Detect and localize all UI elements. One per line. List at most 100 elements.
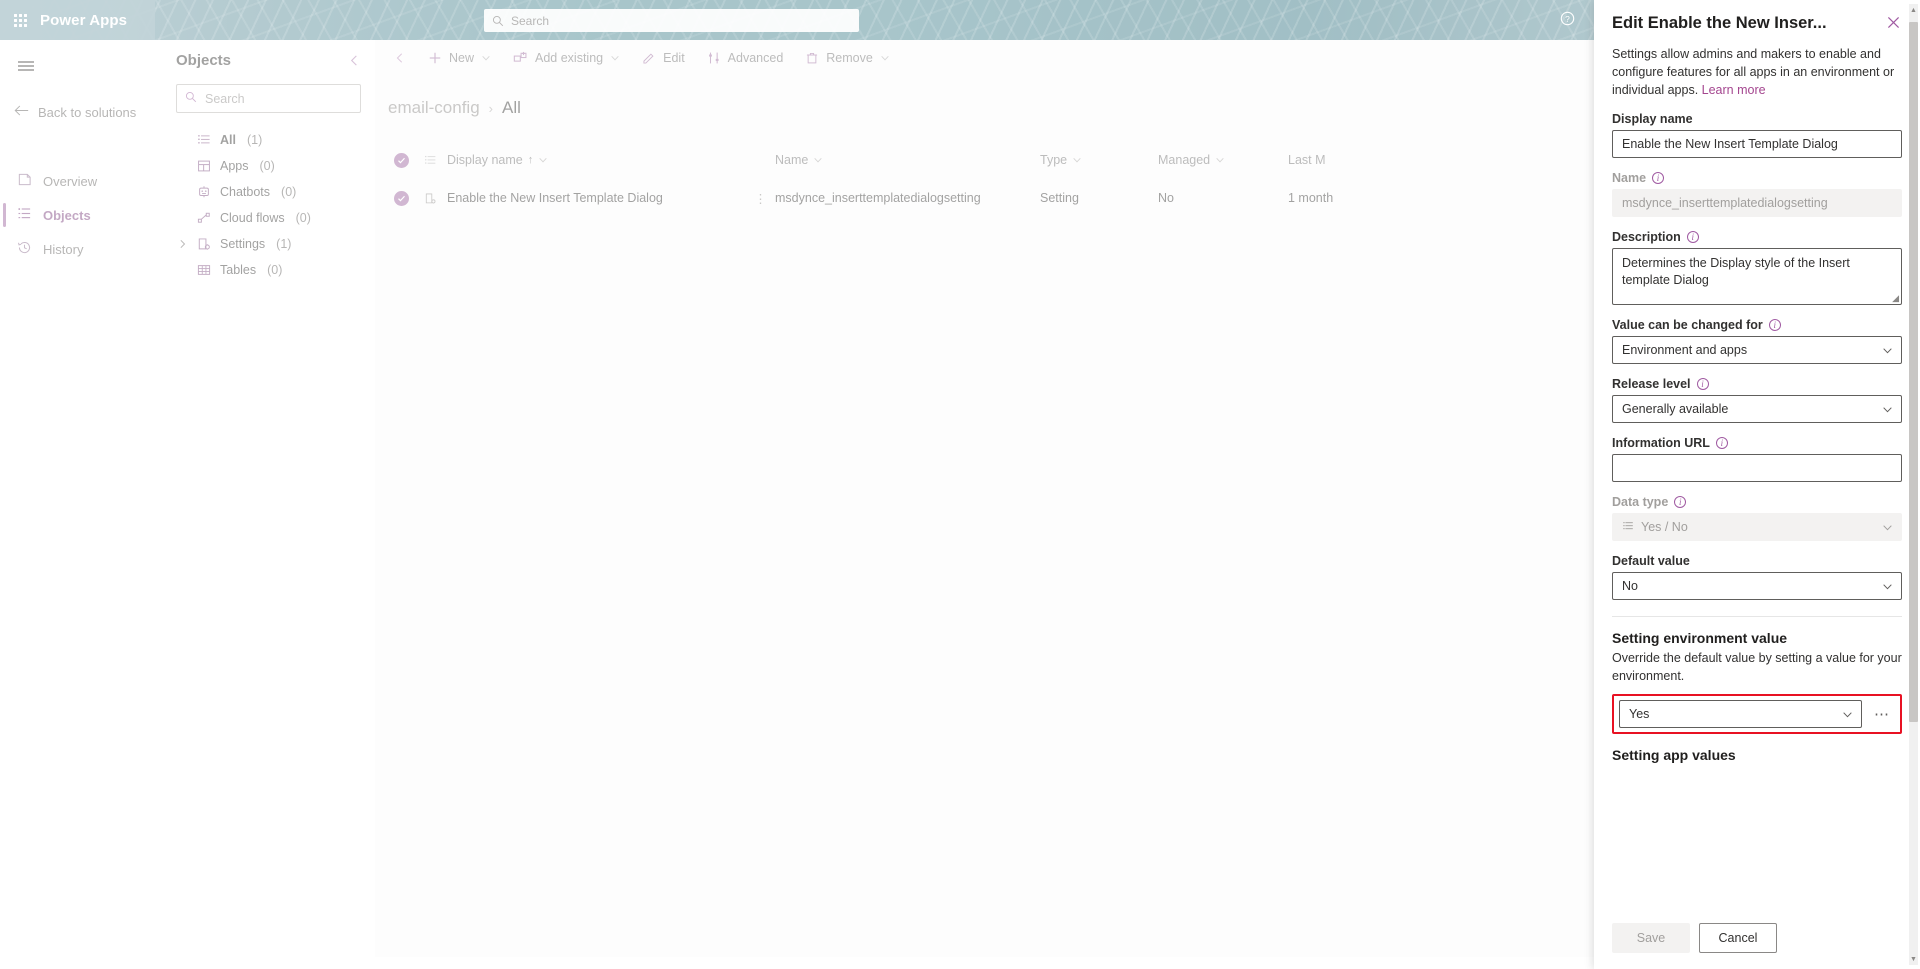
description-label: Description i [1612,230,1902,244]
section-divider [1612,616,1902,618]
help-icon[interactable]: ? [1560,11,1575,29]
learn-more-link[interactable]: Learn more [1702,83,1766,97]
name-input: msdynce_inserttemplatedialogsetting [1612,189,1902,218]
column-header-last-modified[interactable]: Last M [1288,153,1408,167]
sidebar-item-objects-label: Objects [43,207,91,223]
display-name-field: Display name Enable the New Insert Templ… [1612,112,1902,159]
suite-search-box[interactable]: Search [484,9,859,32]
plus-icon [428,51,442,65]
setting-app-values-title: Setting app values [1612,747,1736,764]
more-vertical-icon[interactable]: ⋮ [747,191,775,206]
column-header-managed[interactable]: Managed [1158,153,1288,167]
chevron-down-icon [1882,345,1893,356]
information-url-input[interactable] [1612,454,1902,483]
back-to-solutions-link[interactable]: Back to solutions [0,94,160,130]
objects-pane-title: Objects [176,52,232,69]
sidebar-item-overview[interactable]: Overview [0,164,160,198]
objects-pane: Objects Search All (1) Apps (0) Chatbots… [160,40,375,969]
display-name-input[interactable]: Enable the New Insert Template Dialog [1612,130,1902,159]
column-header-type[interactable]: Type [1040,153,1158,167]
objects-tree: All (1) Apps (0) Chatbots (0) Cloud flow… [160,127,375,283]
value-changed-for-dropdown[interactable]: Environment and apps [1612,336,1902,365]
search-input[interactable]: Search [176,84,361,113]
app-launcher-icon[interactable] [0,0,40,40]
chevron-left-icon[interactable] [348,54,361,67]
panel-header: Edit Enable the New Inser... [1612,14,1902,34]
sidebar-item-objects[interactable]: Objects [0,198,160,232]
data-type-value: Yes / No [1641,520,1688,535]
cancel-button[interactable]: Cancel [1699,923,1777,953]
sidebar-item-history[interactable]: History [0,232,160,266]
tree-item-all-count: (1) [246,133,263,147]
column-header-display-name[interactable]: Display name ↑ [447,153,747,167]
brand-title[interactable]: Power Apps [40,12,127,29]
release-level-value: Generally available [1622,402,1729,417]
tree-item-cloud-flows[interactable]: Cloud flows (0) [160,205,375,231]
description-textarea[interactable]: Determines the Display style of the Inse… [1612,248,1902,306]
breadcrumb-separator: › [488,100,493,116]
advanced-button[interactable]: Advanced [698,43,793,73]
tree-item-all[interactable]: All (1) [160,127,375,153]
left-navigation-rail: Back to solutions Overview Objects Histo… [0,40,160,969]
chevron-down-icon [813,155,823,165]
column-header-name[interactable]: Name [775,153,1040,167]
remove-button[interactable]: Remove [796,43,899,73]
name-label-text: Name [1612,171,1647,186]
info-icon[interactable]: i [1686,231,1699,244]
edit-setting-panel-body: Edit Enable the New Inser... Settings al… [1594,0,1920,913]
tree-item-tables[interactable]: Tables (0) [160,257,375,283]
suite-bar-icons: ? [1560,0,1575,40]
tree-item-apps-label: Apps [220,159,249,173]
release-level-dropdown[interactable]: Generally available [1612,395,1902,424]
info-icon[interactable]: i [1674,496,1687,509]
information-url-field: Information URL i [1612,436,1902,483]
column-header-type-label: Type [1040,153,1068,167]
svg-text:?: ? [1565,14,1570,24]
environment-value-value: Yes [1629,707,1650,722]
scroll-up-icon[interactable]: ▲ [1909,4,1918,16]
row-type: Setting [1040,191,1079,205]
panel-scrollbar[interactable]: ▲ ▼ [1909,4,1918,965]
chatbot-icon [196,185,212,199]
tree-item-settings[interactable]: Settings (1) [160,231,375,257]
command-bar-back-button[interactable] [385,43,415,73]
history-icon [17,240,32,258]
hamburger-menu-icon[interactable] [0,44,52,88]
data-type-field: Data type i Yes / No [1612,495,1902,542]
info-icon[interactable]: i [1715,437,1728,450]
default-value-field: Default value No [1612,554,1902,601]
chevron-right-icon[interactable] [176,239,188,249]
row-managed: No [1158,191,1174,205]
chevron-down-icon [1072,155,1082,165]
tree-item-apps-count: (0) [259,159,275,173]
chevron-down-icon [481,53,491,63]
breadcrumb-parent[interactable]: email-config [388,98,480,118]
settings-icon [196,237,212,251]
scroll-down-icon[interactable]: ▼ [1909,953,1918,965]
display-name-label: Display name [1612,112,1693,127]
info-icon[interactable]: i [1696,378,1709,391]
tree-item-chatbots[interactable]: Chatbots (0) [160,179,375,205]
tree-item-apps[interactable]: Apps (0) [160,153,375,179]
default-value-value: No [1622,579,1638,594]
edit-setting-panel: Edit Enable the New Inser... Settings al… [1594,0,1920,969]
new-button[interactable]: New [419,43,500,73]
scrollbar-thumb[interactable] [1909,22,1918,722]
select-all-checkbox[interactable] [375,152,413,168]
close-icon[interactable] [1885,14,1902,32]
release-level-label-text: Release level [1612,377,1691,392]
environment-value-dropdown[interactable]: Yes [1619,700,1862,729]
suite-bar-brand-area: Power Apps [0,0,155,40]
row-checkbox[interactable] [375,190,413,206]
info-icon[interactable]: i [1768,319,1781,332]
data-type-dropdown: Yes / No [1612,513,1902,542]
tree-item-cloud-flows-label: Cloud flows [220,211,285,225]
default-value-dropdown[interactable]: No [1612,572,1902,601]
resize-handle-icon[interactable]: ◢ [1892,294,1899,303]
breadcrumb-current: All [502,98,521,117]
info-icon[interactable]: i [1652,172,1665,185]
edit-button[interactable]: Edit [633,43,694,73]
ellipsis-icon[interactable]: ⋯ [1869,707,1895,722]
list-icon [1622,520,1634,535]
add-existing-button[interactable]: Add existing [504,43,629,73]
